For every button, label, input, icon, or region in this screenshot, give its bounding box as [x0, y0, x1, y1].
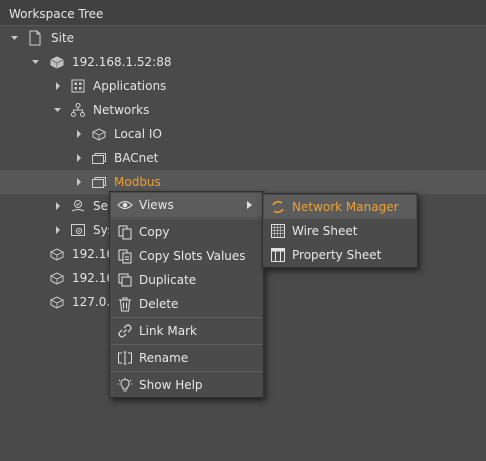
menu-label-property-sheet: Property Sheet [292, 248, 382, 262]
menu-label-rename: Rename [139, 351, 189, 365]
tree-row-networks[interactable]: Networks [0, 98, 486, 122]
tree-label-station-2: 192.16 [72, 247, 114, 261]
tree-label-applications: Applications [93, 79, 167, 93]
tree-label-local-io: Local IO [114, 127, 162, 141]
menu-item-wire-sheet[interactable]: Wire Sheet [264, 219, 416, 243]
submenu-arrow-icon [246, 201, 254, 209]
expand-right-icon[interactable] [53, 201, 63, 211]
network-folder-icon [91, 150, 107, 166]
property-sheet-icon [270, 247, 286, 263]
menu-separator [111, 371, 262, 372]
tree-row-station[interactable]: 192.168.1.52:88 [0, 50, 486, 74]
services-icon [70, 198, 86, 214]
menu-separator [111, 317, 262, 318]
menu-item-property-sheet[interactable]: Property Sheet [264, 243, 416, 267]
panel-title: Workspace Tree [9, 7, 104, 21]
copy-icon [117, 224, 133, 240]
menu-item-views[interactable]: Views [111, 193, 262, 217]
views-submenu: Network Manager Wire Sheet Property Shee… [262, 193, 418, 268]
menu-item-rename[interactable]: Rename [111, 346, 262, 370]
menu-label-views: Views [139, 198, 174, 212]
tree-label-station-3: 192.16 [72, 271, 114, 285]
system-gear-icon [70, 222, 86, 238]
tree-label-station: 192.168.1.52:88 [72, 55, 172, 69]
station-icon [49, 294, 65, 310]
menu-label-network-manager: Network Manager [292, 200, 399, 214]
menu-item-copy-slots-values[interactable]: Copy Slots Values [111, 244, 262, 268]
site-file-icon [27, 30, 43, 46]
applications-icon [70, 78, 86, 94]
network-manager-icon [270, 199, 286, 215]
expand-right-icon[interactable] [74, 153, 84, 163]
menu-separator [111, 344, 262, 345]
context-menu: Views Copy Copy Slots Values Duplicate D… [109, 191, 264, 398]
networks-icon [70, 102, 86, 118]
menu-item-show-help[interactable]: Show Help [111, 373, 262, 397]
station-icon [49, 270, 65, 286]
expand-down-icon[interactable] [53, 105, 63, 115]
link-icon [117, 323, 133, 339]
eye-icon [117, 197, 133, 213]
menu-item-duplicate[interactable]: Duplicate [111, 268, 262, 292]
menu-label-show-help: Show Help [139, 378, 203, 392]
local-io-icon [91, 126, 107, 142]
menu-label-duplicate: Duplicate [139, 273, 197, 287]
station-icon [49, 54, 65, 70]
station-icon [49, 246, 65, 262]
tree-row-applications[interactable]: Applications [0, 74, 486, 98]
expand-right-icon[interactable] [53, 81, 63, 91]
trash-icon [117, 296, 133, 312]
panel-header: Workspace Tree [0, 0, 486, 26]
network-folder-icon [91, 174, 107, 190]
menu-label-delete: Delete [139, 297, 179, 311]
duplicate-icon [117, 272, 133, 288]
menu-separator [111, 218, 262, 219]
copy-slots-icon [117, 248, 133, 264]
tree-row-local-io[interactable]: Local IO [0, 122, 486, 146]
expand-right-icon[interactable] [74, 129, 84, 139]
tree-row-bacnet[interactable]: BACnet [0, 146, 486, 170]
menu-label-copy-slots-values: Copy Slots Values [139, 249, 246, 263]
tree-row-site[interactable]: Site [0, 26, 486, 50]
menu-label-link-mark: Link Mark [139, 324, 197, 338]
expand-down-icon[interactable] [10, 33, 20, 43]
menu-label-copy: Copy [139, 225, 170, 239]
menu-item-network-manager[interactable]: Network Manager [264, 195, 416, 219]
menu-item-copy[interactable]: Copy [111, 220, 262, 244]
tree-label-bacnet: BACnet [114, 151, 159, 165]
wire-sheet-grid-icon [270, 223, 286, 239]
menu-label-wire-sheet: Wire Sheet [292, 224, 358, 238]
tree-label-networks: Networks [93, 103, 150, 117]
expand-down-icon[interactable] [31, 57, 41, 67]
expand-right-icon[interactable] [53, 225, 63, 235]
menu-item-link-mark[interactable]: Link Mark [111, 319, 262, 343]
menu-item-delete[interactable]: Delete [111, 292, 262, 316]
lightbulb-icon [117, 377, 133, 393]
expand-right-icon[interactable] [74, 177, 84, 187]
tree-label-modbus: Modbus [114, 175, 161, 189]
rename-icon [117, 350, 133, 366]
tree-label-site: Site [51, 31, 75, 45]
